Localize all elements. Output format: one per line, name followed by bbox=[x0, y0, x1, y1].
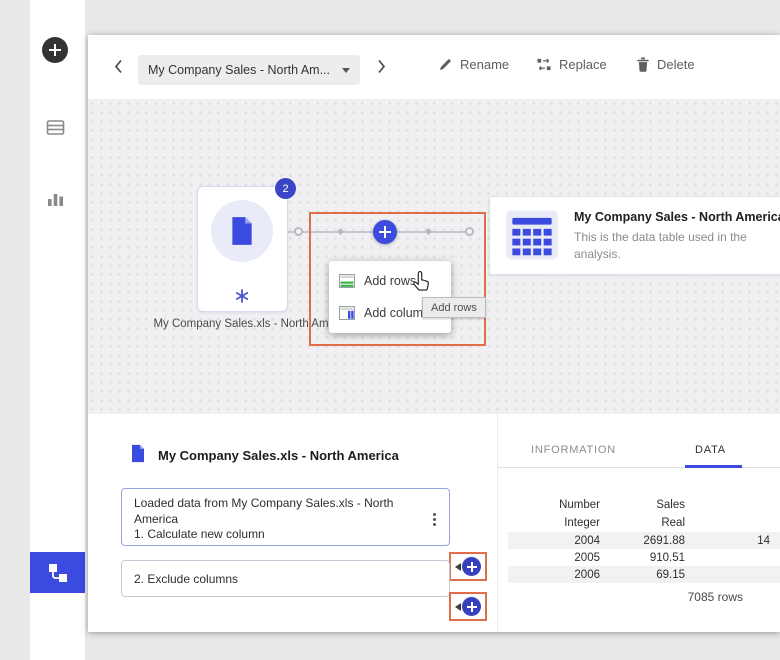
rename-label: Rename bbox=[460, 57, 509, 72]
data-table-title: My Company Sales - North America bbox=[574, 210, 780, 224]
trash-icon bbox=[636, 57, 650, 72]
active-tab-underline bbox=[685, 465, 742, 468]
column-type: Integer bbox=[508, 517, 600, 529]
transformation-count-badge: 2 bbox=[275, 178, 296, 199]
replace-label: Replace bbox=[559, 57, 607, 72]
table-row: 2004 2691.88 14 bbox=[508, 532, 780, 549]
dataset-dropdown[interactable]: My Company Sales - North Am... bbox=[138, 55, 360, 85]
data-panel-icon[interactable] bbox=[46, 118, 65, 137]
cell: 2005 bbox=[508, 552, 600, 564]
table-type-row: Integer Real bbox=[508, 514, 780, 532]
step-loaded-data[interactable]: Loaded data from My Company Sales.xls - … bbox=[121, 488, 450, 546]
file-icon bbox=[130, 444, 146, 463]
source-node-avatar bbox=[211, 200, 273, 262]
source-node[interactable]: 2 bbox=[197, 186, 288, 312]
insert-arrow-icon bbox=[455, 603, 461, 611]
step-text: Loaded data from My Company Sales.xls - … bbox=[134, 496, 422, 527]
delete-button[interactable]: Delete bbox=[636, 57, 695, 72]
rename-button[interactable]: Rename bbox=[438, 57, 509, 72]
cell: 69.15 bbox=[600, 569, 685, 581]
tooltip: Add rows bbox=[422, 297, 486, 318]
insert-step-button[interactable] bbox=[462, 557, 481, 576]
details-panel: My Company Sales.xls - North America Loa… bbox=[88, 414, 780, 632]
data-table-node[interactable]: My Company Sales - North America This is… bbox=[489, 196, 780, 275]
pencil-icon bbox=[438, 57, 453, 72]
cell: 2006 bbox=[508, 569, 600, 581]
data-preview-table: Number Sales Integer Real 2004 2691.88 1… bbox=[508, 496, 780, 583]
next-dataset-icon[interactable] bbox=[376, 59, 386, 74]
table-header-row: Number Sales bbox=[508, 496, 780, 514]
column-header: Sales bbox=[600, 499, 685, 511]
menu-item-label: Add rows bbox=[364, 274, 416, 288]
table-row: 2005 910.51 bbox=[508, 549, 780, 566]
annotation-box-insert-step-2 bbox=[449, 592, 487, 621]
add-rows-icon bbox=[339, 274, 355, 288]
table-icon bbox=[505, 209, 559, 261]
cell: 14 bbox=[685, 535, 770, 547]
data-canvas-icon bbox=[46, 561, 70, 585]
step-sub-text: 1. Calculate new column bbox=[134, 527, 265, 541]
step-exclude-columns[interactable]: 2. Exclude columns bbox=[121, 560, 450, 597]
chevron-down-icon bbox=[342, 68, 350, 73]
row-count-label: 7085 rows bbox=[568, 590, 743, 604]
graph-canvas: 2 My Company Sales.xls - North Am Add ro… bbox=[88, 99, 780, 415]
embedded-data-icon bbox=[235, 289, 249, 303]
data-canvas-panel: My Company Sales - North Am... Rename bbox=[88, 35, 780, 632]
app-screen: My Company Sales - North Am... Rename bbox=[0, 0, 780, 660]
panel-divider bbox=[497, 414, 498, 632]
cell: 910.51 bbox=[600, 552, 685, 564]
left-sidebar bbox=[30, 0, 85, 660]
plus-icon bbox=[42, 37, 68, 63]
previous-dataset-icon[interactable] bbox=[114, 59, 124, 74]
connection-handle bbox=[294, 227, 303, 236]
dataset-dropdown-value: My Company Sales - North Am... bbox=[148, 63, 330, 77]
add-columns-icon bbox=[339, 306, 355, 320]
file-icon bbox=[229, 216, 255, 246]
annotation-box-insert-step-1 bbox=[449, 552, 487, 581]
insert-step-button[interactable] bbox=[462, 597, 481, 616]
tab-information[interactable]: INFORMATION bbox=[531, 444, 616, 456]
swap-icon bbox=[536, 57, 552, 72]
add-button[interactable] bbox=[42, 37, 68, 63]
plus-icon bbox=[462, 597, 481, 616]
sidebar-item-data-canvas[interactable] bbox=[30, 552, 85, 593]
kebab-menu-icon[interactable] bbox=[430, 510, 439, 529]
replace-button[interactable]: Replace bbox=[536, 57, 607, 72]
column-header: Number bbox=[508, 499, 600, 511]
insert-arrow-icon bbox=[455, 563, 461, 571]
table-row: 2006 69.15 bbox=[508, 566, 780, 583]
tab-data[interactable]: DATA bbox=[695, 444, 726, 456]
cursor-pointer-icon bbox=[411, 269, 435, 295]
column-type: Real bbox=[600, 517, 685, 529]
data-table-description: This is the data table used in the analy… bbox=[574, 229, 779, 263]
cell: 2004 bbox=[508, 535, 600, 547]
delete-label: Delete bbox=[657, 57, 695, 72]
cell: 2691.88 bbox=[600, 535, 685, 547]
step-text: 2. Exclude columns bbox=[134, 572, 238, 586]
bar-chart-icon[interactable] bbox=[46, 189, 65, 208]
canvas-toolbar: My Company Sales - North Am... Rename bbox=[88, 35, 780, 99]
source-file-title: My Company Sales.xls - North America bbox=[158, 448, 399, 463]
plus-icon bbox=[462, 557, 481, 576]
